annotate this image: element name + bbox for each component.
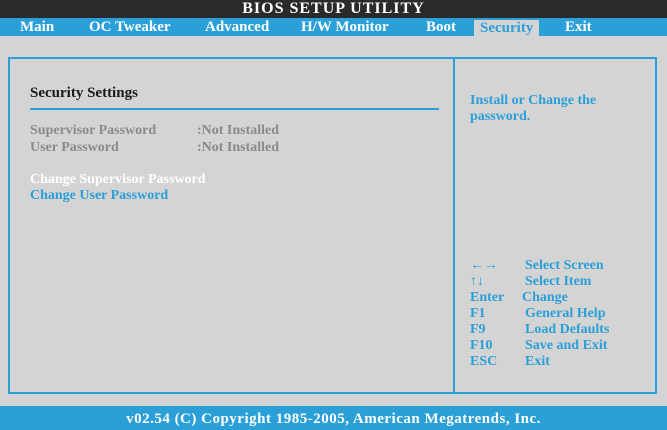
copyright-text: v02.54 (C) Copyright 1985-2005, American… bbox=[126, 411, 541, 427]
key-row-save-exit: F10 Save and Exit bbox=[470, 338, 609, 354]
key-row-select-screen: ←→ Select Screen bbox=[470, 258, 609, 274]
user-password-label: User Password bbox=[30, 140, 119, 155]
user-password-value: :Not Installed bbox=[197, 140, 280, 155]
title-bar: BIOS SETUP UTILITY bbox=[0, 0, 667, 18]
key-esc: ESC bbox=[470, 354, 498, 369]
key-action-change: Change bbox=[522, 290, 568, 305]
supervisor-password-label: Supervisor Password bbox=[30, 123, 157, 138]
menu-item-main[interactable]: Main bbox=[20, 18, 54, 36]
key-row-select-item: ↑↓ Select Item bbox=[470, 274, 609, 290]
menu-item-security[interactable]: Security bbox=[474, 20, 540, 38]
help-text: Install or Change the password. bbox=[470, 93, 597, 124]
supervisor-password-status: Supervisor Password :Not Installed bbox=[30, 123, 279, 139]
key-action-general-help: General Help bbox=[525, 306, 606, 321]
key-legend: ←→ Select Screen ↑↓ Select Item Enter Chang… bbox=[470, 258, 609, 370]
section-rule bbox=[30, 108, 439, 110]
key-left-right: ←→ bbox=[470, 258, 498, 273]
key-enter: Enter bbox=[470, 290, 505, 305]
key-row-general-help: F1 General Help bbox=[470, 306, 609, 322]
change-supervisor-password-option[interactable]: Change Supervisor Password bbox=[30, 172, 206, 188]
bios-screen: BIOS SETUP UTILITY Main OC Tweaker Advan… bbox=[0, 0, 667, 430]
key-row-change: Enter Change bbox=[470, 290, 609, 306]
menu-item-oc-tweaker[interactable]: OC Tweaker bbox=[89, 18, 171, 36]
key-action-select-screen: Select Screen bbox=[525, 258, 604, 273]
key-f1: F1 bbox=[470, 306, 486, 321]
menu-bar: Main OC Tweaker Advanced H/W Monitor Boo… bbox=[0, 18, 667, 38]
key-action-select-item: Select Item bbox=[525, 274, 592, 289]
menu-item-advanced[interactable]: Advanced bbox=[205, 18, 269, 36]
change-user-password-option[interactable]: Change User Password bbox=[30, 188, 168, 204]
panel-divider bbox=[453, 57, 455, 394]
menu-item-hw-monitor[interactable]: H/W Monitor bbox=[301, 18, 389, 36]
supervisor-password-value: :Not Installed bbox=[197, 123, 280, 138]
user-password-status: User Password :Not Installed bbox=[30, 140, 279, 156]
key-f9: F9 bbox=[470, 322, 486, 337]
key-action-save-exit: Save and Exit bbox=[525, 338, 608, 353]
bios-title: BIOS SETUP UTILITY bbox=[242, 0, 425, 17]
key-up-down: ↑↓ bbox=[470, 274, 484, 289]
menu-item-boot[interactable]: Boot bbox=[426, 18, 456, 36]
section-title: Security Settings bbox=[30, 85, 138, 101]
footer: v02.54 (C) Copyright 1985-2005, American… bbox=[0, 406, 667, 430]
key-action-exit: Exit bbox=[525, 354, 550, 369]
key-row-exit: ESC Exit bbox=[470, 354, 609, 370]
key-row-load-defaults: F9 Load Defaults bbox=[470, 322, 609, 338]
key-action-load-defaults: Load Defaults bbox=[525, 322, 610, 337]
key-f10: F10 bbox=[470, 338, 493, 353]
menu-item-exit[interactable]: Exit bbox=[565, 18, 592, 36]
